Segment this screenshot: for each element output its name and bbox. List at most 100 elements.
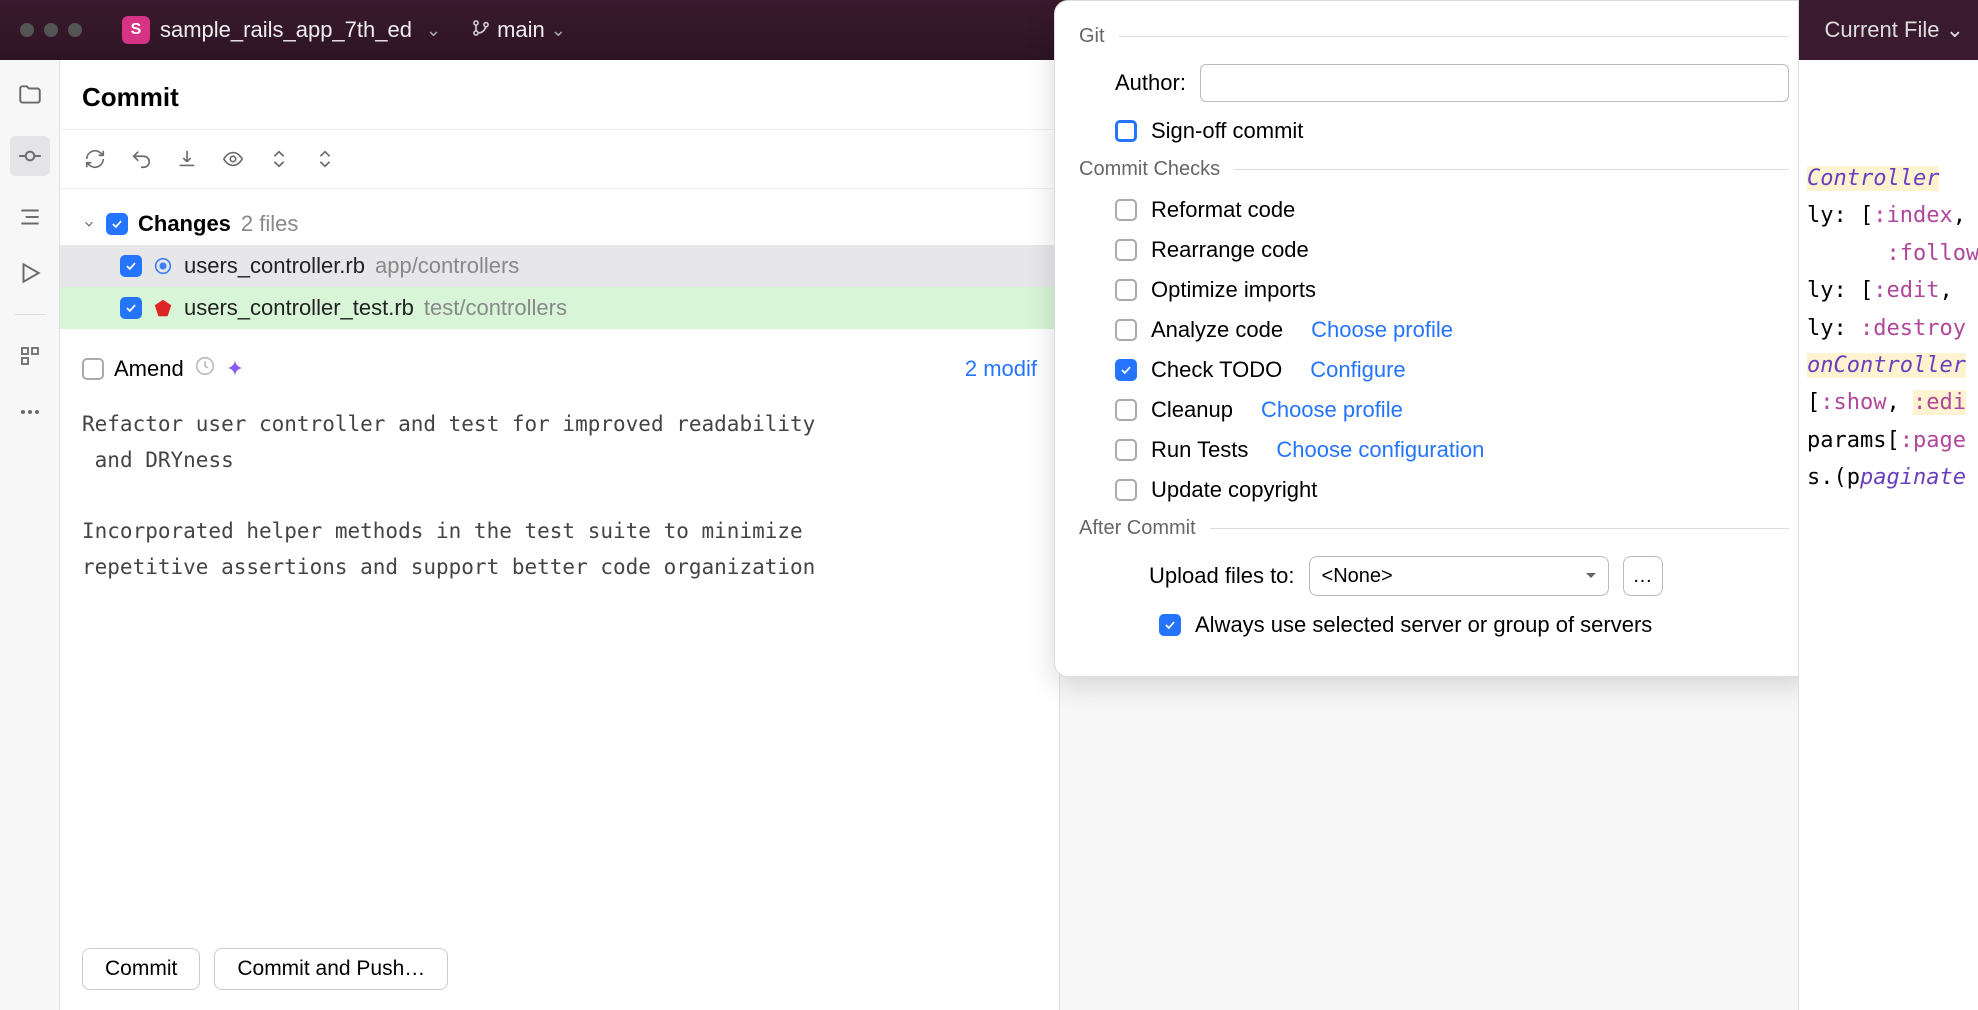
amend-row: Amend ✦ 2 modif [60, 329, 1059, 395]
commit-check-row[interactable]: Optimize imports [1115, 277, 1789, 303]
amend-label: Amend [114, 356, 184, 382]
check-label: Analyze code [1151, 317, 1283, 343]
chevron-down-icon[interactable]: ⌄ [426, 20, 441, 41]
editor-code[interactable]: Controllerly: [:index, :followly: [:edit… [1799, 60, 1978, 497]
diff-preview-icon[interactable] [220, 146, 246, 172]
check-config-link[interactable]: Choose profile [1311, 317, 1453, 343]
refresh-icon[interactable] [82, 146, 108, 172]
file-checkbox[interactable] [120, 255, 142, 277]
editor-area: Current File ⌄ Controllerly: [:index, :f… [1798, 0, 1978, 1010]
commit-button[interactable]: Commit [82, 948, 200, 990]
traffic-lights [20, 23, 82, 37]
minimize-window[interactable] [44, 23, 58, 37]
upload-label: Upload files to: [1149, 563, 1295, 589]
branch-name[interactable]: main [497, 17, 545, 43]
structure-tool-icon[interactable] [15, 202, 45, 232]
check-config-link[interactable]: Choose configuration [1276, 437, 1484, 463]
upload-row: Upload files to: <None> … [1149, 556, 1789, 596]
commit-check-row[interactable]: Analyze code Choose profile [1115, 317, 1789, 343]
check-config-link[interactable]: Choose profile [1261, 397, 1403, 423]
run-tool-icon[interactable] [15, 258, 45, 288]
history-icon[interactable] [194, 355, 216, 383]
services-tool-icon[interactable] [15, 341, 45, 371]
always-use-row[interactable]: Always use selected server or group of s… [1159, 612, 1789, 638]
project-name[interactable]: sample_rails_app_7th_ed [160, 17, 412, 43]
commit-panel-title: Commit [60, 60, 1059, 130]
chevron-down-icon[interactable]: ⌄ [551, 20, 566, 41]
changes-count: 2 files [241, 211, 298, 237]
after-commit-section-title: After Commit [1079, 517, 1789, 540]
file-path: test/controllers [424, 295, 567, 321]
branch-icon [471, 18, 491, 43]
left-tool-rail [0, 60, 60, 1010]
file-path: app/controllers [375, 253, 519, 279]
chevron-down-icon[interactable] [82, 217, 96, 231]
author-row: Author: [1115, 64, 1789, 102]
check-label: Optimize imports [1151, 277, 1316, 303]
changes-header[interactable]: Changes 2 files [60, 203, 1059, 245]
check-checkbox[interactable] [1115, 319, 1137, 341]
ai-sparkle-icon[interactable]: ✦ [226, 356, 244, 382]
ruby-file-icon [152, 297, 174, 319]
commit-check-row[interactable]: Run TestsChoose configuration [1115, 437, 1789, 463]
file-checkbox[interactable] [120, 297, 142, 319]
file-row[interactable]: users_controller_test.rb test/controller… [60, 287, 1059, 329]
close-window[interactable] [20, 23, 34, 37]
rollback-icon[interactable] [128, 146, 154, 172]
divider [15, 314, 45, 315]
author-input[interactable] [1200, 64, 1789, 102]
commit-check-row[interactable]: Reformat code [1115, 197, 1789, 223]
shelve-icon[interactable] [174, 146, 200, 172]
author-label: Author: [1115, 70, 1186, 96]
signoff-checkbox[interactable] [1115, 120, 1137, 142]
commit-panel: Commit Changes 2 files [60, 60, 1060, 1010]
check-checkbox[interactable] [1115, 439, 1137, 461]
maximize-window[interactable] [68, 23, 82, 37]
upload-browse-button[interactable]: … [1623, 556, 1663, 596]
commit-toolbar [60, 130, 1059, 189]
check-config-link[interactable]: Configure [1310, 357, 1405, 383]
modified-summary-link[interactable]: 2 modif [965, 356, 1037, 382]
commit-options-popup: Git Author: Sign-off commit Commit Check… [1054, 0, 1814, 677]
commit-check-row[interactable]: Update copyright [1115, 477, 1789, 503]
commit-buttons: Commit Commit and Push… [60, 928, 1059, 1010]
check-checkbox[interactable] [1115, 359, 1137, 381]
changes-label: Changes [138, 211, 231, 237]
check-label: Check TODO [1151, 357, 1282, 383]
amend-checkbox[interactable] [82, 358, 104, 380]
expand-collapse-icon[interactable] [266, 146, 292, 172]
check-checkbox[interactable] [1115, 239, 1137, 261]
controller-file-icon [152, 255, 174, 277]
commit-check-row[interactable]: Check TODO Configure [1115, 357, 1789, 383]
more-tool-icon[interactable] [15, 397, 45, 427]
file-name: users_controller.rb [184, 253, 365, 279]
commit-message-input[interactable]: Refactor user controller and test for im… [60, 395, 1059, 928]
run-config-selector[interactable]: Current File ⌄ [1799, 0, 1978, 60]
commit-check-row[interactable]: Rearrange code [1115, 237, 1789, 263]
commit-checks-section-title: Commit Checks [1079, 158, 1789, 181]
project-badge: S [122, 16, 150, 44]
always-use-checkbox[interactable] [1159, 614, 1181, 636]
signoff-row[interactable]: Sign-off commit [1115, 118, 1789, 144]
check-checkbox[interactable] [1115, 279, 1137, 301]
file-name: users_controller_test.rb [184, 295, 414, 321]
commit-tool-icon[interactable] [10, 136, 50, 176]
project-tool-icon[interactable] [15, 80, 45, 110]
check-label: Reformat code [1151, 197, 1295, 223]
always-use-label: Always use selected server or group of s… [1195, 612, 1652, 638]
signoff-label: Sign-off commit [1151, 118, 1303, 144]
commit-check-row[interactable]: Cleanup Choose profile [1115, 397, 1789, 423]
commit-and-push-button[interactable]: Commit and Push… [214, 948, 448, 990]
check-label: Update copyright [1151, 477, 1317, 503]
changes-checkbox[interactable] [106, 213, 128, 235]
check-checkbox[interactable] [1115, 399, 1137, 421]
check-checkbox[interactable] [1115, 199, 1137, 221]
check-checkbox[interactable] [1115, 479, 1137, 501]
git-section-title: Git [1079, 25, 1789, 48]
changes-section: Changes 2 files users_controller.rb app/… [60, 189, 1059, 329]
file-row[interactable]: users_controller.rb app/controllers [60, 245, 1059, 287]
group-by-icon[interactable] [312, 146, 338, 172]
check-label: Cleanup [1151, 397, 1233, 423]
upload-select[interactable]: <None> [1309, 556, 1609, 596]
check-label: Rearrange code [1151, 237, 1309, 263]
